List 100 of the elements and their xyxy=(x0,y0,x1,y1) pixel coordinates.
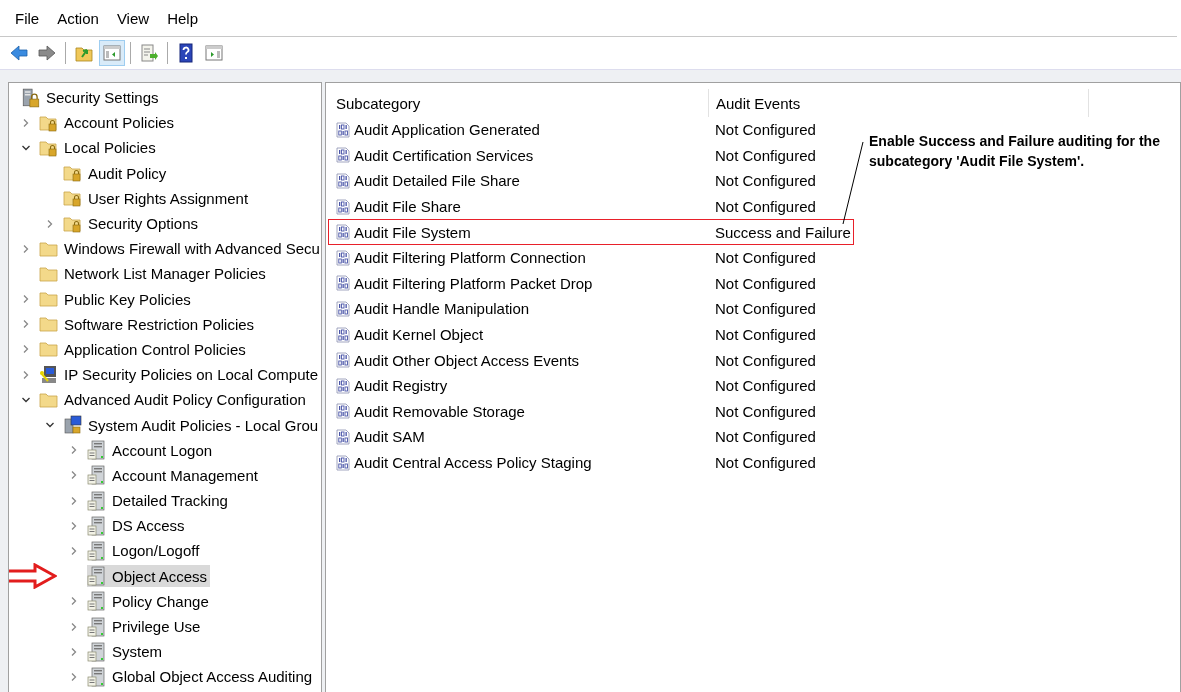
callout-note: Enable Success and Failure auditing for the subcategory 'Audit File System'. xyxy=(869,132,1161,171)
tree-item[interactable]: Advanced Audit Policy Configuration xyxy=(39,388,309,411)
menu-item[interactable]: Action xyxy=(48,9,108,27)
tree-item[interactable]: Account Management xyxy=(87,464,261,487)
list-row[interactable]: Audit Central Access Policy Staging Not Configured xyxy=(328,449,854,476)
list-row[interactable]: Audit SAM Not Configured xyxy=(328,424,854,450)
expand-chevron-icon[interactable] xyxy=(69,470,79,481)
expand-chevron-icon[interactable] xyxy=(69,495,79,506)
list-row[interactable]: Audit Filtering Platform Packet Drop Not Configured xyxy=(328,270,854,297)
binary-document-icon xyxy=(336,147,350,164)
server-document-icon xyxy=(87,666,107,687)
locked-folder-icon xyxy=(63,163,83,184)
audit-setting: Not Configured xyxy=(714,402,816,420)
tree-item[interactable]: Audit Policy xyxy=(63,162,170,185)
tree-item[interactable]: Network List Manager Policies xyxy=(39,262,269,285)
tree-item[interactable]: System xyxy=(87,640,165,663)
tree-item[interactable]: Object Access xyxy=(87,565,211,588)
tree-item[interactable]: Software Restriction Policies xyxy=(39,313,258,336)
tree-item[interactable]: Detailed Tracking xyxy=(87,489,231,512)
list-row[interactable]: Audit Removable Storage Not Configured xyxy=(328,398,854,425)
subcategory-name: Audit Handle Manipulation xyxy=(354,300,530,318)
tree-item[interactable]: Account Policies xyxy=(39,111,178,134)
binary-document-icon xyxy=(336,454,350,471)
tree-item[interactable]: Policy Change xyxy=(87,590,212,613)
expand-chevron-icon[interactable] xyxy=(21,294,31,305)
list-row[interactable]: Audit File Share Not Configured xyxy=(328,193,854,220)
binary-document-icon xyxy=(336,403,350,420)
expand-chevron-icon[interactable] xyxy=(69,445,79,456)
subcategory-name: Audit Central Access Policy Staging xyxy=(354,454,592,471)
expand-chevron-icon[interactable] xyxy=(21,369,31,380)
list-row[interactable]: Audit Registry Not Configured xyxy=(328,372,854,399)
tree-item[interactable]: DS Access xyxy=(87,514,188,537)
audit-setting: Success and Failure xyxy=(714,223,851,241)
tree-item[interactable]: Global Object Access Auditing xyxy=(87,665,316,688)
audit-setting: Not Configured xyxy=(714,121,816,139)
list-row[interactable]: Audit Certification Services Not Configured xyxy=(328,142,854,169)
server-document-icon xyxy=(87,440,107,461)
list-row[interactable]: Audit Handle Manipulation Not Configured xyxy=(328,296,854,322)
audit-setting: Not Configured xyxy=(714,377,816,395)
tree-item[interactable]: Account Logon xyxy=(87,439,216,462)
audit-setting: Not Configured xyxy=(714,326,816,344)
security-settings-icon xyxy=(21,87,41,108)
subcategory-name: Audit Detailed File Share xyxy=(354,172,520,190)
list-row[interactable]: Audit Filtering Platform Connection Not Configured xyxy=(328,244,854,271)
list-row[interactable]: Audit Detailed File Share Not Configured xyxy=(328,168,854,194)
folder-icon xyxy=(39,339,59,360)
menu-item[interactable]: Help xyxy=(158,9,207,27)
tree-item[interactable]: Windows Firewall with Advanced Secu xyxy=(39,237,321,260)
menu-item[interactable]: File xyxy=(6,9,49,27)
column-header[interactable]: Audit Events xyxy=(709,89,1089,117)
tree-item[interactable]: Security Options xyxy=(63,212,202,235)
tree-item[interactable]: System Audit Policies - Local Grou xyxy=(63,414,321,437)
locked-folder-icon xyxy=(63,188,83,209)
audit-setting: Not Configured xyxy=(714,428,816,446)
pointer-arrow xyxy=(9,562,57,589)
audit-setting: Not Configured xyxy=(714,300,816,318)
list-row[interactable]: Audit Application Generated Not Configured xyxy=(328,117,854,143)
list-row[interactable]: Audit File System Success and Failure xyxy=(328,219,854,245)
server-document-icon xyxy=(87,641,107,662)
expand-chevron-icon[interactable] xyxy=(69,621,79,632)
tree-item[interactable]: Public Key Policies xyxy=(39,288,194,311)
show-tree-button[interactable] xyxy=(99,40,125,66)
audit-setting: Not Configured xyxy=(714,274,816,292)
expand-chevron-icon[interactable] xyxy=(69,545,79,556)
tree-item[interactable]: IP Security Policies on Local Compute xyxy=(39,363,321,386)
tree-item[interactable]: Privilege Use xyxy=(87,615,204,638)
binary-document-icon xyxy=(336,121,350,138)
expand-chevron-icon[interactable] xyxy=(21,319,31,330)
binary-document-icon xyxy=(336,300,350,317)
column-header[interactable]: Subcategory xyxy=(326,89,709,117)
list-row[interactable]: Audit Other Object Access Events Not Configured xyxy=(328,347,854,373)
expand-chevron-icon[interactable] xyxy=(45,218,55,229)
server-document-icon xyxy=(87,540,107,561)
expand-chevron-icon[interactable] xyxy=(21,243,31,254)
subcategory-name: Audit Registry xyxy=(354,377,448,395)
subcategory-name: Audit File System xyxy=(354,223,471,241)
tree-item[interactable]: User Rights Assignment xyxy=(63,187,252,210)
subcategory-name: Audit Other Object Access Events xyxy=(354,351,580,369)
folder-icon xyxy=(39,289,59,310)
subcategory-name: Audit Application Generated xyxy=(354,121,540,139)
menu-item[interactable]: View xyxy=(107,9,159,27)
expand-chevron-icon[interactable] xyxy=(69,596,79,607)
tree-item[interactable]: Logon/Logoff xyxy=(87,539,203,562)
audit-setting: Not Configured xyxy=(714,172,816,190)
tree-item[interactable]: Application Control Policies xyxy=(39,338,249,361)
list-row[interactable]: Audit Kernel Object Not Configured xyxy=(328,321,854,348)
binary-document-icon xyxy=(336,173,350,189)
policy-computer-icon xyxy=(63,415,83,436)
subcategory-name: Audit File Share xyxy=(354,198,461,216)
expand-chevron-icon[interactable] xyxy=(21,117,31,128)
expand-chevron-icon[interactable] xyxy=(69,671,79,682)
expand-chevron-icon[interactable] xyxy=(69,520,79,531)
binary-document-icon xyxy=(336,326,350,343)
expand-chevron-icon[interactable] xyxy=(21,344,31,355)
expand-chevron-icon[interactable] xyxy=(69,646,79,657)
tree-item[interactable]: Security Settings xyxy=(21,86,162,109)
tree-item[interactable]: Local Policies xyxy=(39,136,159,159)
audit-setting: Not Configured xyxy=(714,146,816,164)
server-document-icon xyxy=(87,616,107,637)
server-document-icon xyxy=(87,465,107,486)
